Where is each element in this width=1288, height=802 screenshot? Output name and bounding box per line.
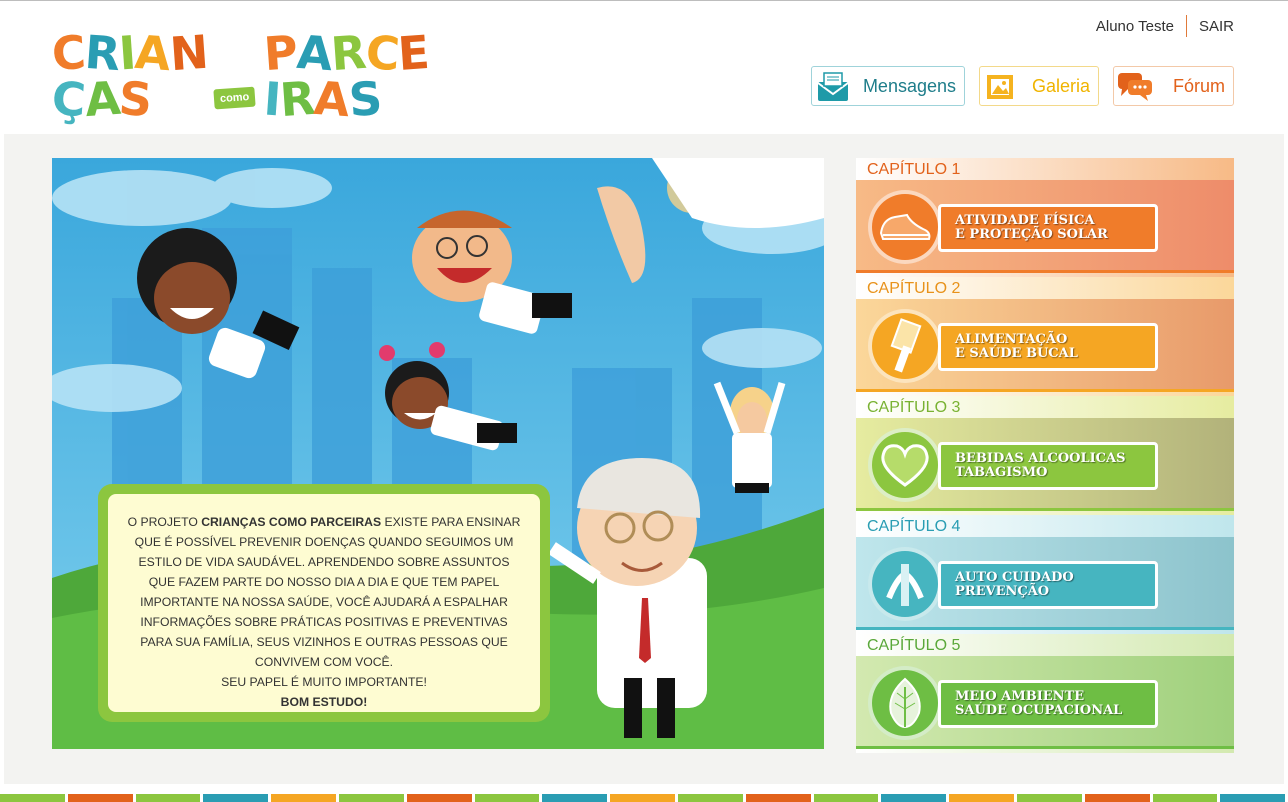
stripe-segment xyxy=(949,794,1014,802)
chapter-underline xyxy=(856,389,1234,392)
stripe-segment xyxy=(1152,794,1218,802)
logo-text-part3: PARCEIRAS xyxy=(261,24,431,128)
chapter-card-3[interactable]: CAPÍTULO 3 BEBIDAS ALCOOLICAS TABAGISMO xyxy=(856,396,1234,515)
chapter-title-line1: MEIO AMBIENTE xyxy=(955,689,1085,704)
hands-icon xyxy=(868,547,942,621)
site-logo[interactable]: CRIANÇAS como PARCEIRAS xyxy=(50,25,437,127)
logo-text-como: como xyxy=(213,86,257,110)
logo-text-part1: CRIANÇAS xyxy=(50,24,210,128)
chapter-title-line2: E PROTEÇÃO SOLAR xyxy=(955,227,1108,242)
chapter-title[interactable]: BEBIDAS ALCOOLICAS TABAGISMO xyxy=(938,442,1158,490)
gallery-label: Galeria xyxy=(1031,75,1090,96)
chapter-underline xyxy=(856,627,1234,630)
stripe-segment xyxy=(406,794,472,802)
envelope-icon xyxy=(812,66,854,106)
chapter-title[interactable]: AUTO CUIDADO PREVENÇÃO xyxy=(938,561,1158,609)
top-nav: Mensagens Galeria Fórum xyxy=(811,66,1234,106)
logout-link[interactable]: SAIR xyxy=(1199,18,1234,35)
stripe-segment xyxy=(1084,794,1150,802)
chapter-heading: CAPÍTULO 1 xyxy=(867,161,961,178)
stripe-segment xyxy=(610,794,675,802)
user-name: Aluno Teste xyxy=(1095,17,1174,35)
intro-project-name: CRIANÇAS COMO PARCEIRAS xyxy=(201,515,382,529)
chapter-title-line2: SAÚDE OCUPACIONAL xyxy=(955,703,1123,718)
stripe-segment xyxy=(67,794,133,802)
stripe-segment xyxy=(745,794,811,802)
chapter-card-2[interactable]: CAPÍTULO 2 ALIMENTAÇÃO E SAÚDE BUCAL xyxy=(856,277,1234,396)
chapter-title-line2: PREVENÇÃO xyxy=(955,584,1050,599)
toothbrush-icon xyxy=(868,309,942,383)
intro-body: EXISTE PARA ENSINAR QUE É POSSÍVEL PREVE… xyxy=(134,515,521,669)
chapter-title-line1: AUTO CUIDADO xyxy=(955,570,1074,585)
chat-bubbles-icon xyxy=(1114,66,1156,106)
leaf-icon xyxy=(868,666,942,740)
chapter-title-line2: E SAÚDE BUCAL xyxy=(955,346,1078,361)
chapter-title-line1: ALIMENTAÇÃO xyxy=(955,332,1068,347)
chapter-title[interactable]: ALIMENTAÇÃO E SAÚDE BUCAL xyxy=(938,323,1158,371)
stripe-segment xyxy=(677,794,743,802)
intro-good-study: BOM ESTUDO! xyxy=(280,695,368,709)
bottom-stripe xyxy=(0,794,1288,802)
intro-pre: O PROJETO xyxy=(127,515,198,529)
chapter-title-line1: BEBIDAS ALCOOLICAS xyxy=(955,451,1126,466)
heart-icon xyxy=(868,428,942,502)
forum-button[interactable]: Fórum xyxy=(1113,66,1234,106)
chapter-title[interactable]: ATIVIDADE FÍSICA E PROTEÇÃO SOLAR xyxy=(938,204,1158,252)
intro-box: O PROJETO CRIANÇAS COMO PARCEIRAS EXISTE… xyxy=(98,484,550,722)
chapter-title-line1: ATIVIDADE FÍSICA xyxy=(955,213,1095,228)
logo-word-criancas: CRIANÇAS xyxy=(50,24,210,128)
top-border xyxy=(0,0,1288,1)
messages-label: Mensagens xyxy=(862,75,956,96)
stripe-segment xyxy=(271,794,336,802)
stripe-segment xyxy=(881,794,947,802)
chapter-underline xyxy=(856,270,1234,273)
stripe-segment xyxy=(203,794,269,802)
stripe-segment xyxy=(1220,794,1286,802)
intro-importance: SEU PAPEL É MUITO IMPORTANTE! xyxy=(221,675,427,689)
chapters-list: CAPÍTULO 1 ATIVIDADE FÍSICA E PROTEÇÃO SOL… xyxy=(856,158,1234,753)
stripe-segment xyxy=(0,794,65,802)
chapter-underline xyxy=(856,508,1234,511)
stripe-segment xyxy=(813,794,879,802)
sneaker-icon xyxy=(868,190,942,264)
stripe-segment xyxy=(474,794,540,802)
forum-label: Fórum xyxy=(1172,75,1225,96)
messages-button[interactable]: Mensagens xyxy=(811,66,965,106)
chapter-heading: CAPÍTULO 4 xyxy=(867,518,961,535)
chapter-heading: CAPÍTULO 2 xyxy=(867,280,961,297)
stripe-segment xyxy=(1016,794,1082,802)
intro-text: O PROJETO CRIANÇAS COMO PARCEIRAS EXISTE… xyxy=(108,494,540,712)
chapter-card-5[interactable]: CAPÍTULO 5 MEIO AMBIENTE SAÚDE OCUPACIONAL xyxy=(856,634,1234,753)
chapter-title[interactable]: MEIO AMBIENTE SAÚDE OCUPACIONAL xyxy=(938,680,1158,728)
logo-word-parceiras: PARCEIRAS xyxy=(261,24,437,128)
stripe-segment xyxy=(338,794,404,802)
stripe-segment xyxy=(135,794,201,802)
gallery-button[interactable]: Galeria xyxy=(979,66,1099,106)
chapter-heading: CAPÍTULO 3 xyxy=(867,399,961,416)
chapter-title-line2: TABAGISMO xyxy=(955,465,1048,480)
user-bar: Aluno Teste SAIR xyxy=(1096,14,1234,38)
chapter-underline xyxy=(856,746,1234,749)
user-bar-divider xyxy=(1185,15,1187,37)
chapter-card-1[interactable]: CAPÍTULO 1 ATIVIDADE FÍSICA E PROTEÇÃO SOL… xyxy=(856,158,1234,277)
chapter-card-4[interactable]: CAPÍTULO 4 AUTO CUIDADO PREVENÇÃO xyxy=(856,515,1234,634)
picture-frame-icon xyxy=(980,66,1022,106)
stripe-segment xyxy=(542,794,608,802)
chapter-heading: CAPÍTULO 5 xyxy=(867,637,961,654)
